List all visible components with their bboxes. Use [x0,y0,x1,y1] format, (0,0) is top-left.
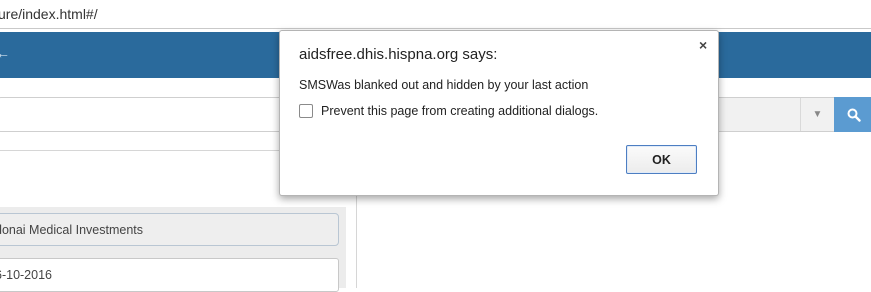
prevent-dialogs-label[interactable]: Prevent this page from creating addition… [321,104,598,118]
address-bar[interactable]: ure/index.html#/ [0,0,871,29]
divider [356,196,357,288]
close-icon[interactable]: × [699,37,707,53]
search-icon [847,108,861,122]
alert-dialog: aidsfree.dhis.hispna.org says: × SMSWas … [279,30,719,196]
organisation-field[interactable]: donai Medical Investments [0,213,339,246]
prevent-dialogs-checkbox[interactable] [299,104,313,118]
dialog-title: aidsfree.dhis.hispna.org says: [299,46,498,63]
dialog-message: SMSWas blanked out and hidden by your la… [299,78,589,92]
search-button[interactable] [834,97,871,132]
prevent-dialogs-option[interactable]: Prevent this page from creating addition… [299,104,598,118]
url-text[interactable]: ure/index.html#/ [0,6,98,22]
date-field[interactable]: 6-10-2016 [0,258,339,292]
chevron-down-icon[interactable]: ▼ [800,98,834,131]
back-arrow-icon[interactable]: ← [0,45,10,61]
ok-button[interactable]: OK [626,145,697,174]
